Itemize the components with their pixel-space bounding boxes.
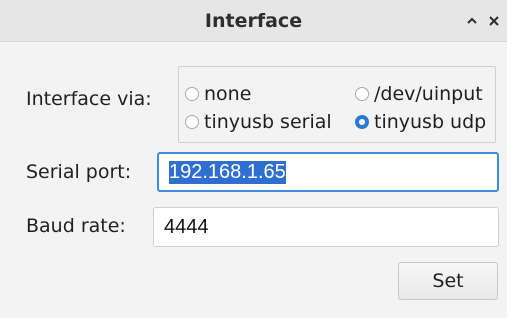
radio-dev-uinput-label: /dev/uinput <box>374 83 483 105</box>
radio-tinyusb-serial-label: tinyusb serial <box>204 111 332 133</box>
radio-none[interactable]: none <box>185 83 251 105</box>
serial-port-label: Serial port: <box>26 161 132 183</box>
serial-port-input[interactable]: 192.168.1.65 <box>157 152 499 192</box>
radio-none-indicator[interactable] <box>185 87 199 101</box>
title-bar[interactable]: Interface <box>0 0 507 42</box>
set-button-label: Set <box>432 270 464 292</box>
baud-rate-label: Baud rate: <box>26 215 126 237</box>
serial-port-value: 192.168.1.65 <box>169 160 286 184</box>
radio-dev-uinput-indicator[interactable] <box>355 87 369 101</box>
radio-tinyusb-udp-indicator[interactable] <box>355 115 369 129</box>
window-title: Interface <box>204 10 303 32</box>
close-icon[interactable] <box>484 11 504 31</box>
radio-tinyusb-serial-indicator[interactable] <box>185 115 199 129</box>
radio-none-label: none <box>204 83 252 105</box>
chevron-up-icon[interactable] <box>462 11 482 31</box>
interface-radio-group: none /dev/uinput tinyusb serial tinyusb … <box>178 66 496 143</box>
interface-via-label: Interface via: <box>26 88 152 110</box>
baud-rate-value: 4444 <box>164 215 209 238</box>
radio-dev-uinput[interactable]: /dev/uinput <box>355 83 483 105</box>
interface-dialog: Interface Interface via: none /dev/uinpu… <box>0 0 507 318</box>
radio-tinyusb-udp[interactable]: tinyusb udp <box>355 111 486 133</box>
radio-tinyusb-serial[interactable]: tinyusb serial <box>185 111 332 133</box>
baud-rate-input[interactable]: 4444 <box>153 207 499 247</box>
set-button[interactable]: Set <box>398 262 498 300</box>
radio-tinyusb-udp-label: tinyusb udp <box>374 111 487 133</box>
